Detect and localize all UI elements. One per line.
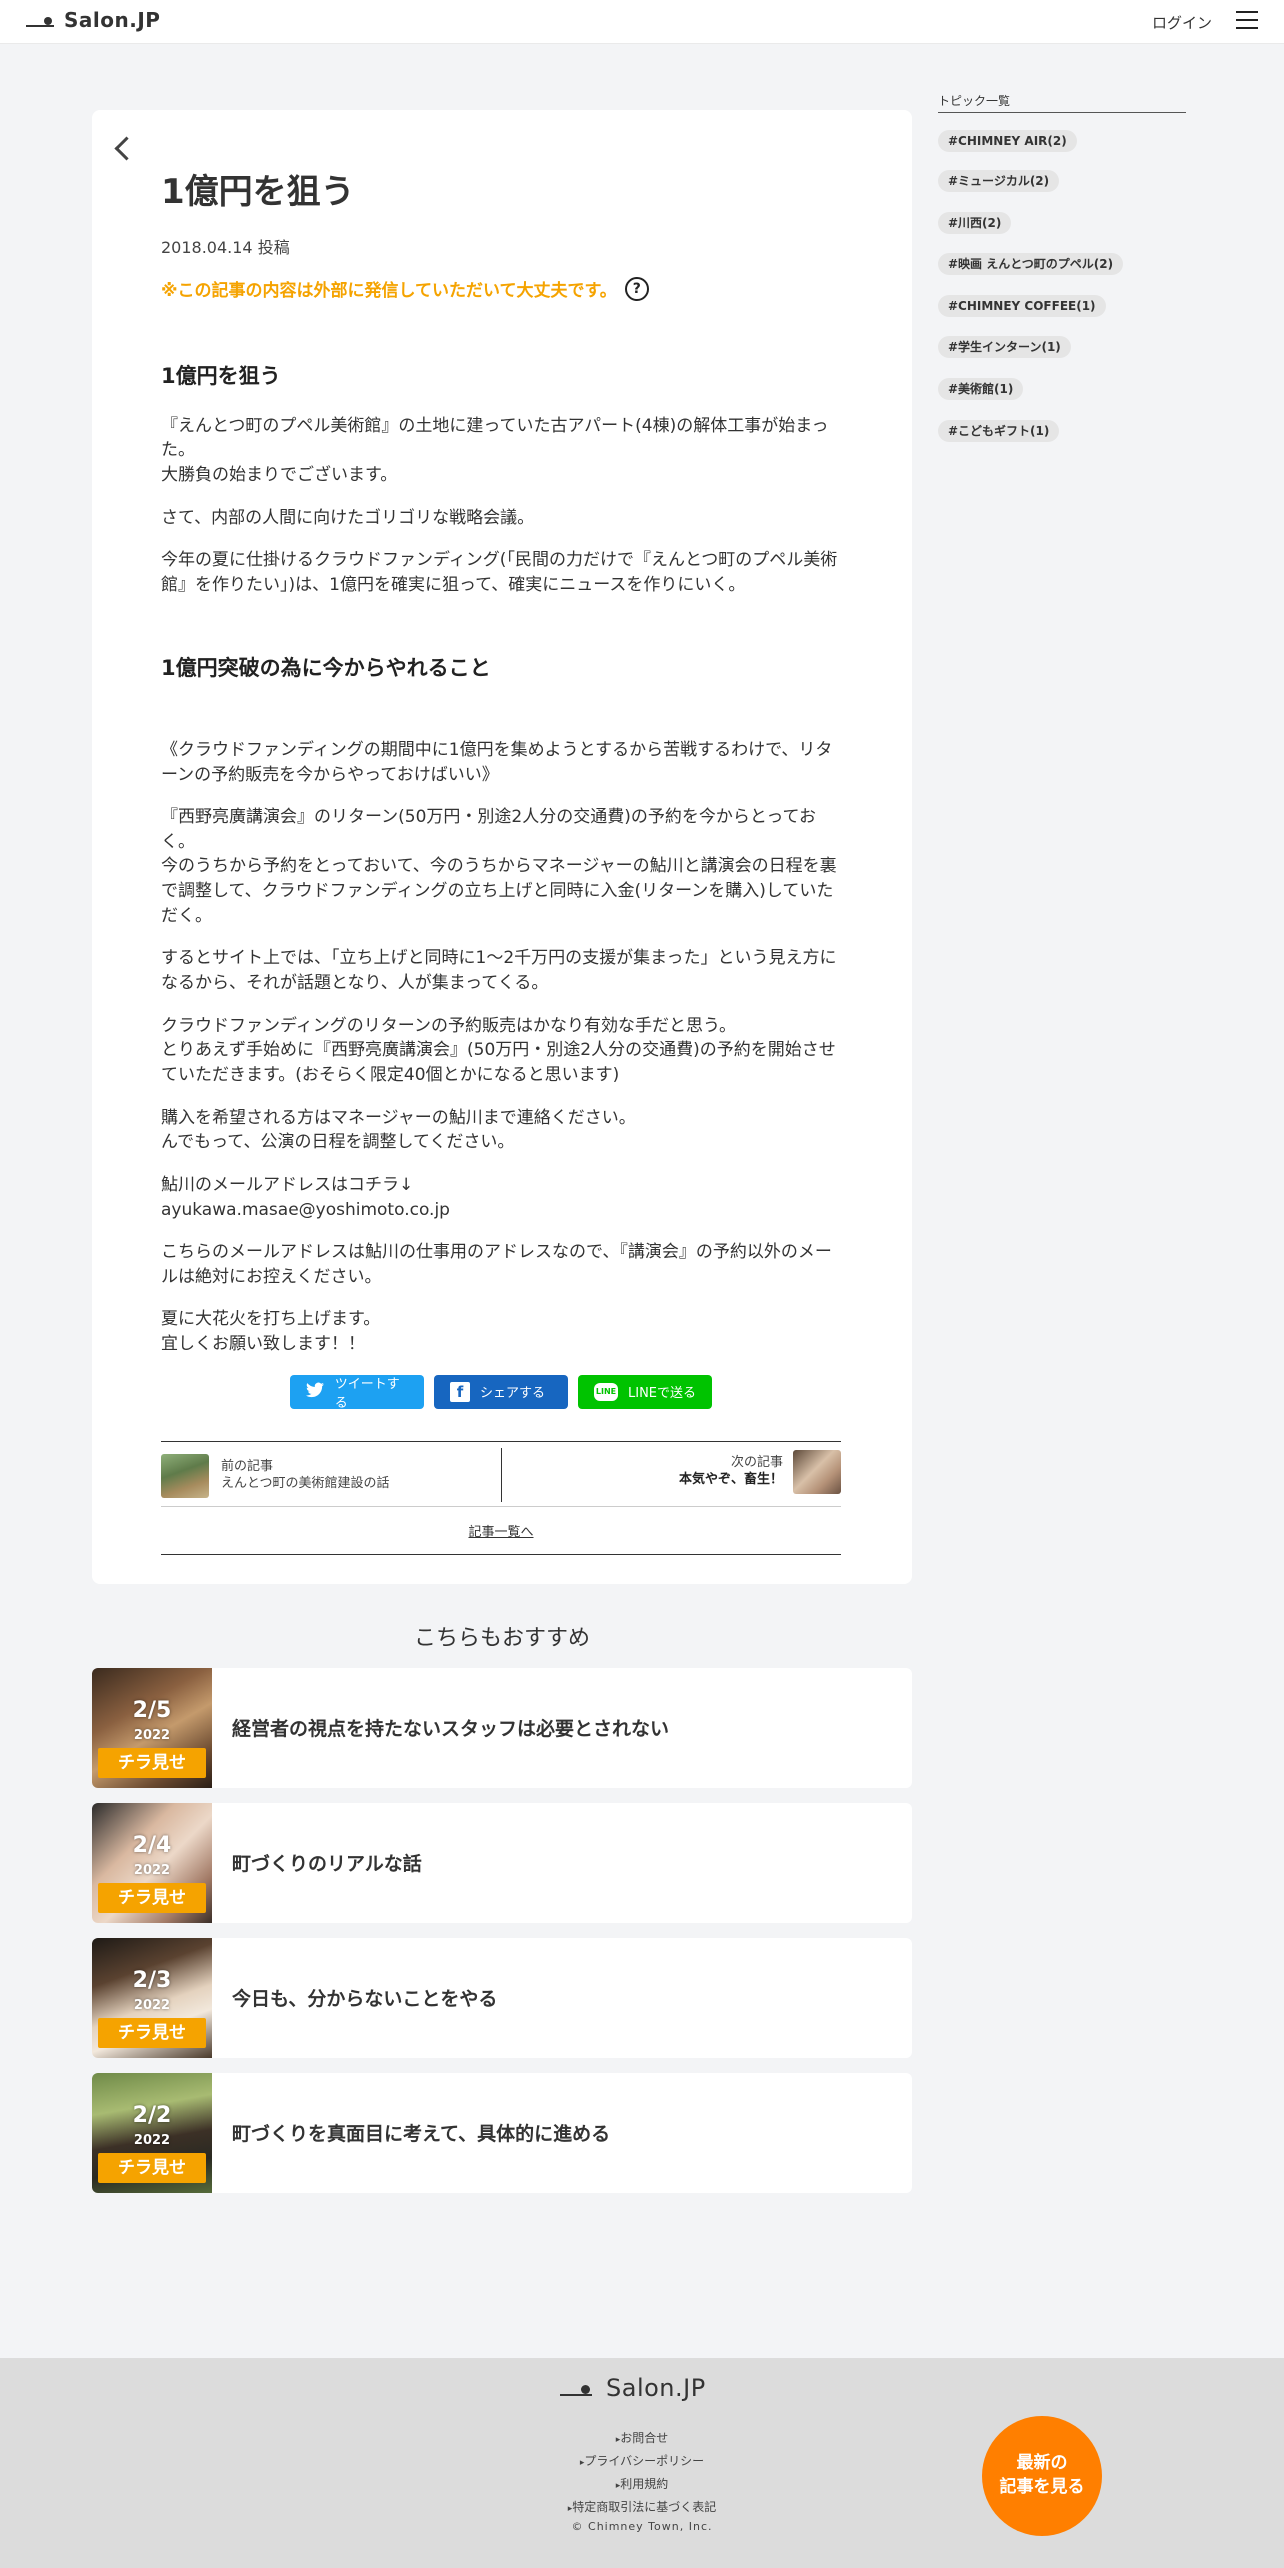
preview-badge: チラ見せ [98,2018,206,2048]
article-title: 1億円を狙う [161,172,355,212]
paragraph: さて、内部の人間に向けたゴリゴリな戦略会議。 [161,507,535,528]
article-card: 1億円を狙う 2018.04.14 投稿 ※この記事の内容は外部に発信していただ… [92,110,912,1584]
recommended-item[interactable]: 2/4 2022 チラ見せ 町づくりのリアルな話 [92,1803,912,1923]
recommended-date: 2/5 [132,1698,172,1723]
line-label: LINEで送る [628,1386,697,1402]
preview-badge: チラ見せ [98,1883,206,1913]
share-notice-text: ※この記事の内容は外部に発信していただいて大丈夫です。 [161,281,617,302]
next-article-thumbnail [793,1449,841,1494]
recommended-item[interactable]: 2/2 2022 チラ見せ 町づくりを真面目に考えて、具体的に進める [92,2073,912,2193]
recommended-heading: こちらもおすすめ [413,1626,590,1651]
topic-list-heading: トピック一覧 [938,92,1186,113]
recommended-item[interactable]: 2/5 2022 チラ見せ 経営者の視点を持たないスタッフは必要とされない [92,1668,912,1788]
next-article-label: 次の記事 [730,1454,783,1470]
footer-logo[interactable]: Salon.JP [560,2374,706,2402]
recommended-year: 2022 [133,1728,171,1743]
topic-tag[interactable]: #学生インターン(1) [938,336,1071,358]
share-notice: ※この記事の内容は外部に発信していただいて大丈夫です。 ? [161,276,841,301]
twitter-bird-icon [306,1382,325,1402]
tweet-button[interactable]: ツイートする [290,1374,424,1411]
paragraph: こちらのメールアドレスは鮎川の仕事用のアドレスなので、『講演会』の予約以外のメー… [161,1242,832,1287]
paragraph: 鮎川のメールアドレスはコチラ↓ ayukawa.masae@yoshimoto.… [161,1174,450,1220]
prev-article-thumbnail [161,1453,209,1498]
recommended-date: 2/2 [132,2103,172,2128]
paragraph: 購入を希望される方はマネージャーの鮎川まで連絡ください。 んでもって、公演の日程… [161,1107,636,1153]
recommended-item[interactable]: 2/3 2022 チラ見せ 今日も、分からないことをやる [92,1938,912,2058]
help-icon[interactable]: ? [624,276,649,301]
topic-tag[interactable]: #こどもギフト(1) [938,420,1060,442]
site-logo[interactable]: Salon.JP [26,8,160,32]
article-pager: 前の記事 えんとつ町の美術館建設の話 次の記事 本気やぞ、畜生！ [161,1440,841,1507]
topic-tag[interactable]: #美術館(1) [938,378,1024,400]
footer-logo-text: Salon.JP [606,2374,706,2402]
paragraph: 『西野亮廣講演会』のリターン(50万円・別途2人分の交通費)の予約を今からとって… [161,807,837,926]
menu-icon[interactable] [1236,10,1258,30]
recommended-title: 経営者の視点を持たないスタッフは必要とされない [232,1718,670,1740]
logo-mark-icon [560,2377,592,2399]
section-heading: 1億円を狙う [161,364,281,389]
topic-tag[interactable]: #川西(2) [938,212,1012,234]
newest-articles-button[interactable]: 最新の 記事を見る [982,2416,1102,2536]
recommended-year: 2022 [133,2133,171,2148]
newest-line1: 最新の [1016,2453,1068,2474]
prev-article-link[interactable]: 前の記事 えんとつ町の美術館建設の話 [161,1453,390,1498]
line-share-button[interactable]: LINE LINEで送る [578,1374,712,1409]
paragraph: 今年の夏に仕掛けるクラウドファンディング(「民間の力だけで『えんとつ町のプペル美… [161,550,838,595]
facebook-label: シェアする [480,1386,546,1402]
preview-badge: チラ見せ [98,1748,206,1778]
recommended-title: 町づくりを真面目に考えて、具体的に進める [232,2123,611,2145]
article-date: 2018.04.14 投稿 [161,238,290,258]
paragraph: するとサイト上では、「立ち上げと同時に1～2千万円の支援が集まった」という見え方… [161,948,837,994]
site-header: Salon.JP ログイン [0,0,1284,44]
topic-tag[interactable]: #CHIMNEY AIR(2) [938,130,1077,152]
all-articles-link[interactable]: 記事一覧へ [161,1507,841,1555]
paragraph: クラウドファンディングのリターンの予約販売はかなり有効な手だと思う。 とりあえず… [161,1015,836,1085]
recommended-date: 2/3 [132,1968,172,1993]
recommended-year: 2022 [133,1863,171,1878]
login-link[interactable]: ログイン [1152,12,1212,33]
article: 1億円を狙う 2018.04.14 投稿 ※この記事の内容は外部に発信していただ… [161,170,841,1555]
prev-article-label: 前の記事 [221,1458,274,1474]
paragraph: 『えんとつ町のプペル美術館』の土地に建っていた古アパート(4棟)の解体工事が始ま… [161,415,829,485]
logo-text: Salon.JP [64,8,161,32]
recommended-date: 2/4 [132,1833,172,1858]
tweet-label: ツイートする [334,1376,400,1411]
article-body: 1億円を狙う 『えんとつ町のプペル美術館』の土地に建っていた古アパート(4棟)の… [161,361,841,1357]
paragraph: 夏に大花火を打ち上げます。 宜しくお願い致します！！ [161,1309,381,1355]
next-article-link[interactable]: 次の記事 本気やぞ、畜生！ [678,1449,841,1494]
pager-divider [501,1447,502,1502]
topic-tag[interactable]: #CHIMNEY COFFEE(1) [938,295,1106,317]
topic-tag[interactable]: #ミュージカル(2) [938,170,1060,192]
share-buttons: ツイートする f シェアする LINE LINEで送る [161,1374,841,1411]
paragraph: 《クラウドファンディングの期間中に1億円を集めようとするから苦戦するわけで、リタ… [161,739,833,785]
facebook-icon: f [450,1381,470,1402]
topic-tag[interactable]: #映画 えんとつ町のプペル(2) [938,253,1124,275]
back-arrow-icon[interactable] [110,132,134,162]
section-heading: 1億円突破の為に今からやれること [161,656,491,681]
prev-article-title: えんとつ町の美術館建設の話 [221,1475,390,1491]
line-icon: LINE [594,1382,618,1401]
facebook-share-button[interactable]: f シェアする [434,1374,568,1409]
recommended-year: 2022 [133,1998,171,2013]
logo-mark-icon [26,10,54,30]
newest-line2: 記事を見る [999,2477,1085,2497]
next-article-title: 本気やぞ、畜生！ [678,1471,783,1487]
copyright: © Chimney Town, Inc. [571,2520,713,2533]
recommended-title: 今日も、分からないことをやる [232,1988,498,2010]
recommended-title: 町づくりのリアルな話 [232,1853,422,1875]
preview-badge: チラ見せ [98,2153,206,2183]
